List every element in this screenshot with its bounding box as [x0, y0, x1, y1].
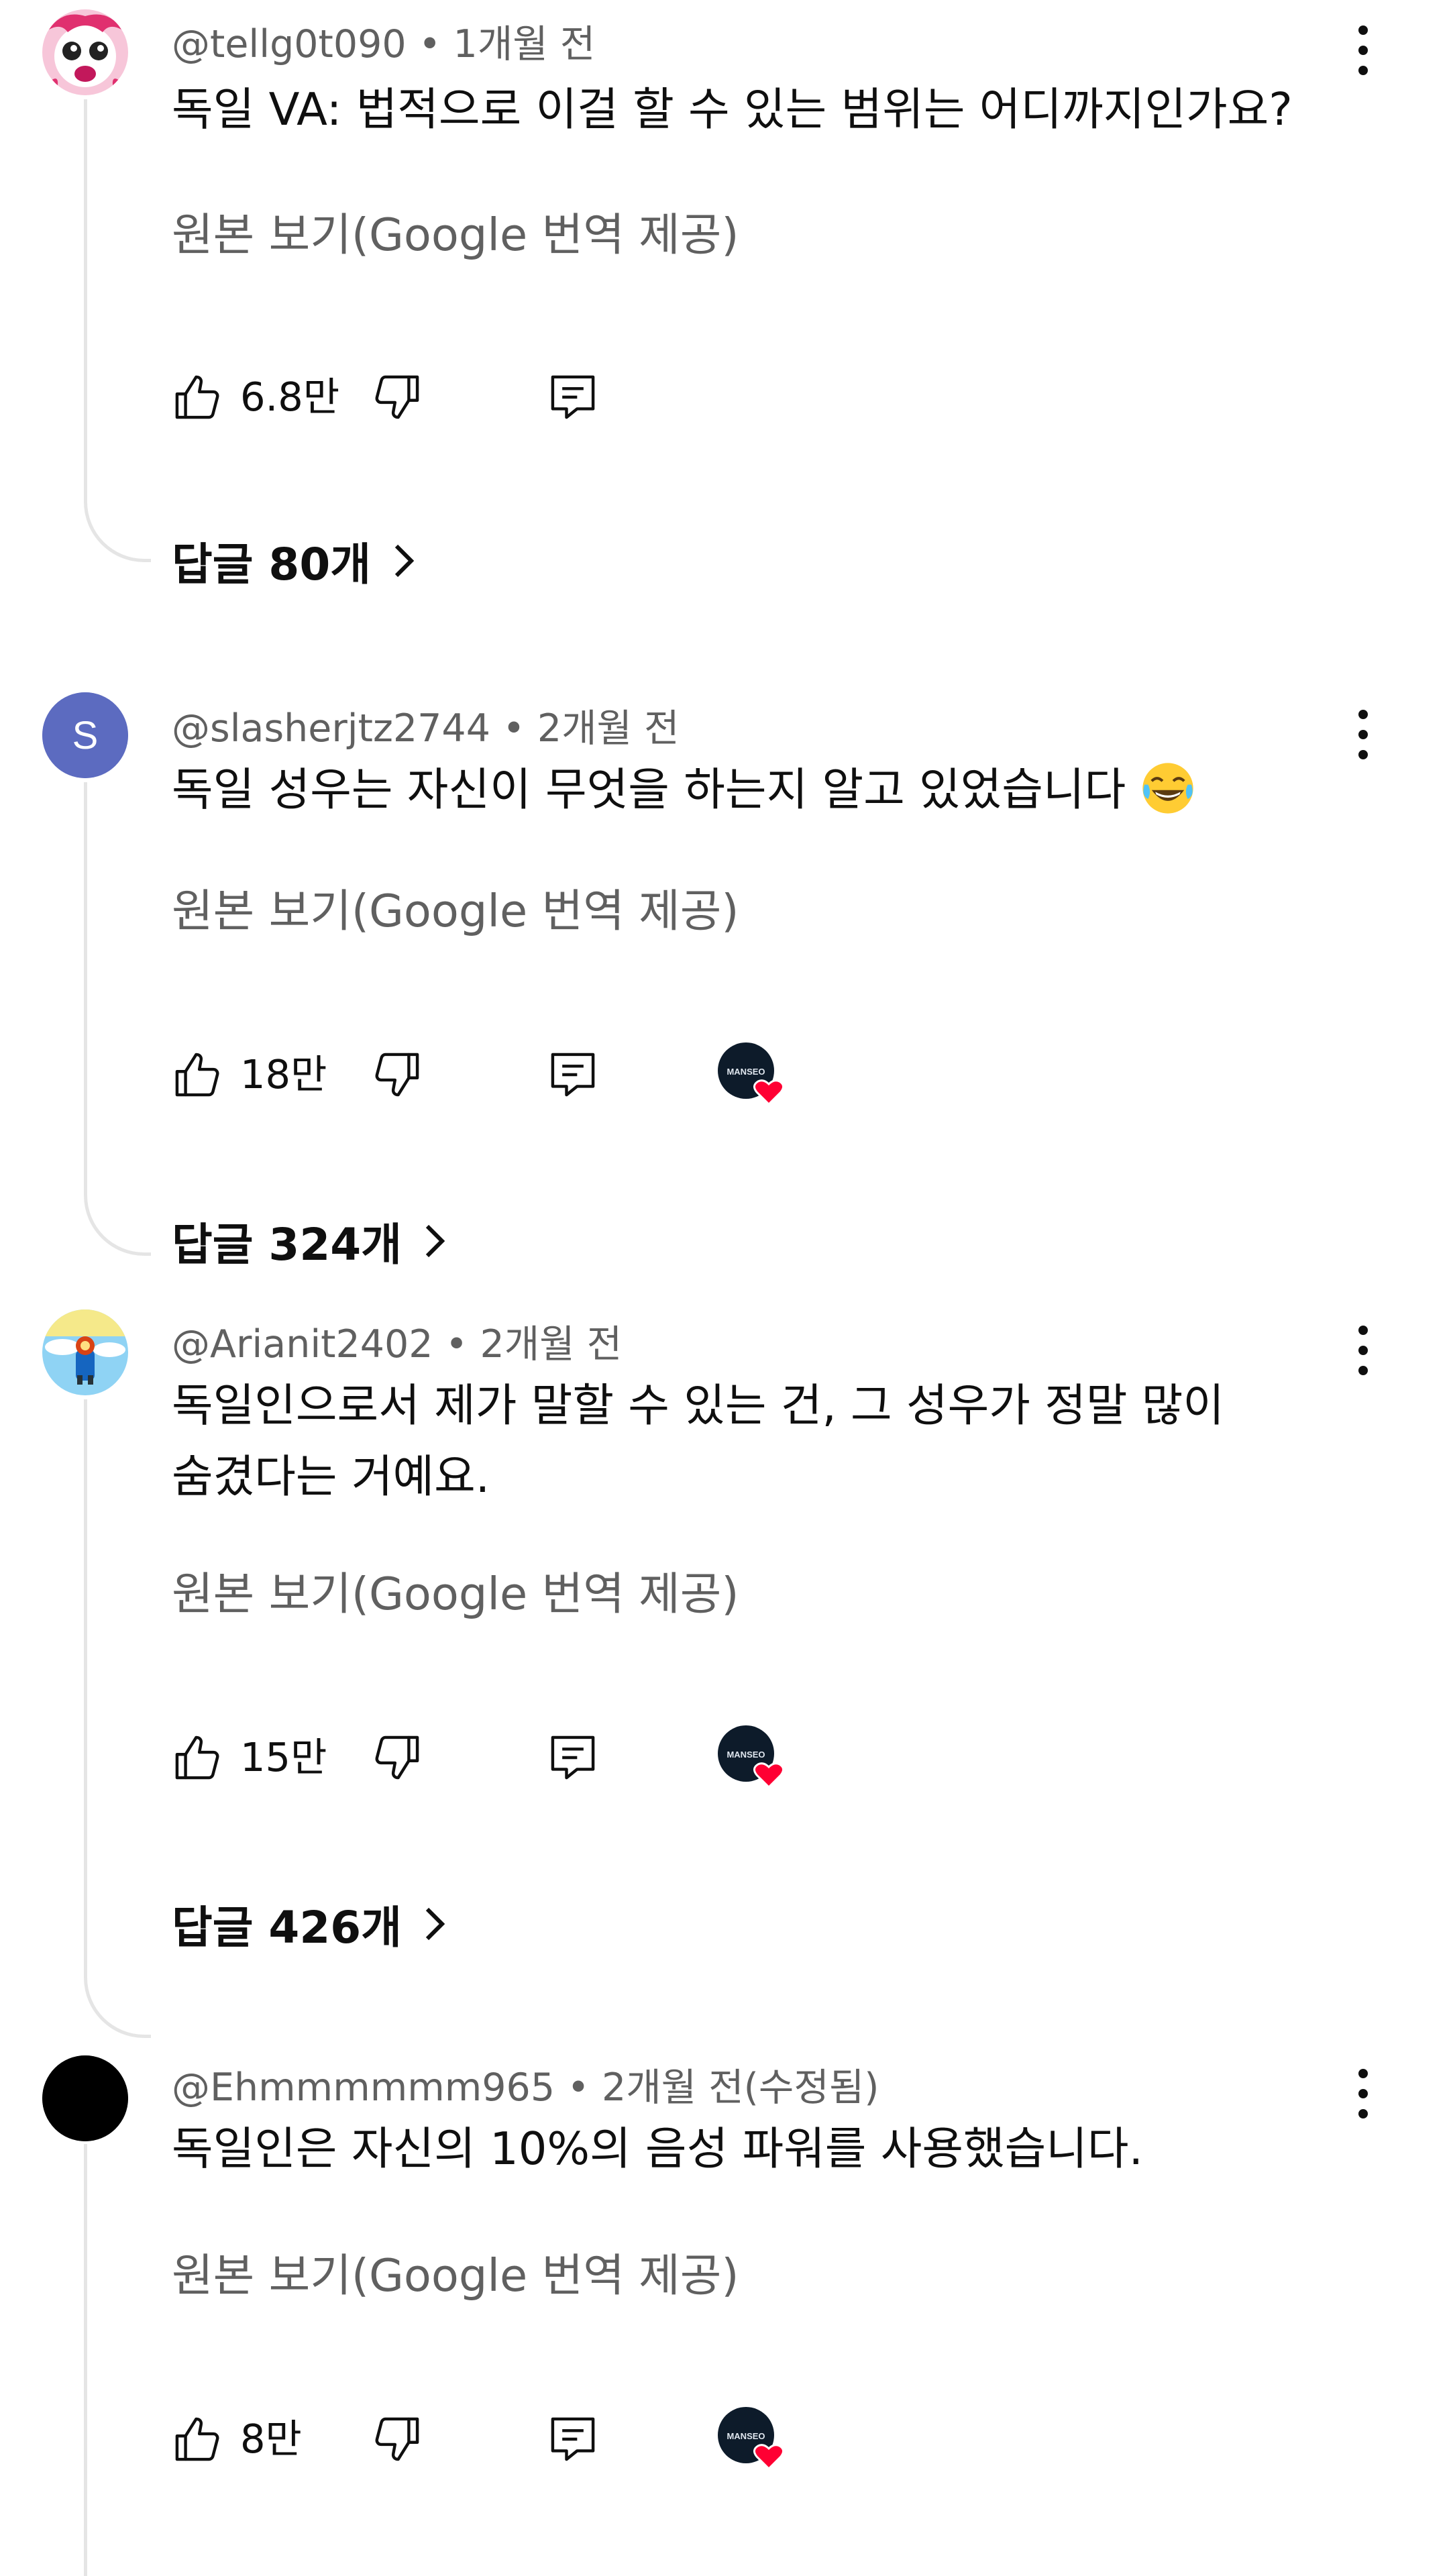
thumbs-down-icon — [375, 375, 419, 419]
thumbs-down-icon — [375, 2417, 419, 2461]
avatar[interactable]: S — [42, 692, 128, 778]
like-count: 8만 — [240, 2416, 302, 2462]
comment-author[interactable]: @Ehmmmmmm965 — [172, 2065, 555, 2110]
pink-cartoon-avatar-icon — [42, 9, 128, 95]
avatar-letter: S — [72, 714, 99, 757]
comment-time: • 2개월 전 — [445, 1322, 623, 1366]
dislike-button[interactable] — [372, 372, 423, 423]
view-replies-button[interactable]: 답글 80개 — [172, 527, 418, 594]
like-button[interactable] — [172, 1732, 223, 1783]
creator-heart-badge: MANSEO — [715, 1040, 789, 1110]
reply-button[interactable] — [547, 2414, 598, 2465]
dislike-button[interactable] — [372, 2414, 423, 2465]
thumbs-up-icon — [175, 1735, 219, 1780]
creator-heart-icon: MANSEO — [718, 2407, 784, 2471]
thumbs-up-icon — [175, 375, 219, 419]
comment-reply-icon — [551, 1053, 595, 1097]
reply-thread-line — [84, 782, 151, 1256]
comment-text: 독일인은 자신의 10%의 음성 파워를 사용했습니다. — [172, 2123, 1143, 2175]
reply-thread-line — [84, 99, 151, 562]
black-circle-avatar-icon — [42, 2055, 128, 2141]
replies-count-label: 답글 426개 — [172, 1902, 402, 1953]
comment-text: 독일 VA: 법적으로 이걸 할 수 있는 범위는 어디까지인가요? — [172, 83, 1293, 136]
comment-reply-icon — [551, 2417, 595, 2461]
vertical-dots-icon — [1358, 2069, 1368, 2118]
letter-avatar-icon: S — [42, 692, 128, 778]
show-original-link[interactable]: 원본 보기(Google 번역 제공) — [172, 1558, 739, 1623]
comment-text-line: 독일인으로서 제가 말할 수 있는 건, 그 성우가 정말 많이 — [172, 1379, 1225, 1432]
dislike-button[interactable] — [372, 1049, 423, 1100]
comment-text-line: 숨겼다는 거예요. — [172, 1450, 490, 1503]
comment-text: 독일 성우는 자신이 무엇을 하는지 알고 있었습니다 — [172, 754, 1352, 825]
comment-time: • 2개월 전 — [502, 706, 680, 751]
vertical-dots-icon — [1358, 25, 1368, 75]
svg-text:MANSEO: MANSEO — [727, 1750, 765, 1760]
dislike-button[interactable] — [372, 1732, 423, 1783]
show-original-link[interactable]: 원본 보기(Google 번역 제공) — [172, 199, 739, 264]
svg-text:MANSEO: MANSEO — [727, 2431, 765, 2441]
replies-count-label: 답글 324개 — [172, 1219, 402, 1271]
comment-author[interactable]: @tellg0t090 — [172, 22, 407, 66]
comment-actions: 6.8만 — [172, 362, 1312, 429]
comment-meta: @Arianit2402 • 2개월 전 — [172, 1313, 622, 1368]
comment-meta: @Ehmmmmmm965 • 2개월 전(수정됨) — [172, 2057, 879, 2112]
comment-author[interactable]: @slasherjtz2744 — [172, 706, 490, 751]
comment-meta: @slasherjtz2744 • 2개월 전 — [172, 698, 680, 753]
thumbs-up-icon — [175, 1053, 219, 1097]
avatar[interactable] — [42, 1309, 128, 1395]
comment-text-content: 독일 성우는 자신이 무엇을 하는지 알고 있었습니다 — [172, 763, 1126, 816]
reply-button[interactable] — [547, 372, 598, 423]
comment-reply-icon — [551, 1735, 595, 1780]
chevron-right-icon — [394, 544, 415, 578]
comment-actions: 18만 MANSEO — [172, 1040, 1312, 1107]
like-button[interactable] — [172, 372, 223, 423]
like-count: 15만 — [240, 1734, 327, 1780]
chevron-right-icon — [425, 1224, 445, 1258]
svg-text:MANSEO: MANSEO — [727, 1067, 765, 1077]
comment-actions: 8만 MANSEO — [172, 2404, 1312, 2471]
reply-thread-line — [84, 1399, 151, 2038]
vertical-dots-icon — [1358, 1326, 1368, 1375]
reply-button[interactable] — [547, 1732, 598, 1783]
reply-thread-line — [84, 2144, 151, 2576]
show-original-link[interactable]: 원본 보기(Google 번역 제공) — [172, 875, 739, 940]
show-original-link[interactable]: 원본 보기(Google 번역 제공) — [172, 2239, 739, 2304]
thumbs-down-icon — [375, 1735, 419, 1780]
creator-heart-icon: MANSEO — [718, 1042, 784, 1106]
chevron-right-icon — [425, 1907, 445, 1941]
comment-author[interactable]: @Arianit2402 — [172, 1322, 433, 1366]
comment-meta: @tellg0t090 • 1개월 전 — [172, 13, 595, 68]
replies-count-label: 답글 80개 — [172, 539, 371, 590]
comment-actions: 15만 MANSEO — [172, 1723, 1312, 1790]
avatar[interactable] — [42, 2055, 128, 2141]
comment-text: 독일인으로서 제가 말할 수 있는 건, 그 성우가 정말 많이 숨겼다는 거예… — [172, 1370, 1352, 1512]
vertical-dots-icon — [1358, 710, 1368, 759]
thumbs-down-icon — [375, 1053, 419, 1097]
comment-time: • 1개월 전 — [418, 22, 596, 66]
view-replies-button[interactable]: 답글 324개 — [172, 1208, 449, 1275]
avatar[interactable] — [42, 9, 128, 95]
like-count: 18만 — [240, 1051, 327, 1097]
creator-heart-badge: MANSEO — [715, 2404, 789, 2474]
like-button[interactable] — [172, 1049, 223, 1100]
view-replies-button[interactable]: 답글 426개 — [172, 1890, 449, 1957]
creator-heart-icon: MANSEO — [718, 1725, 784, 1789]
creator-heart-badge: MANSEO — [715, 1723, 789, 1792]
comment-time: • 2개월 전(수정됨) — [567, 2065, 879, 2110]
comment-reply-icon — [551, 375, 595, 419]
like-count: 6.8만 — [240, 374, 340, 420]
like-button[interactable] — [172, 2414, 223, 2465]
sky-character-avatar-icon — [42, 1309, 128, 1395]
thumbs-up-icon — [175, 2417, 219, 2461]
laughing-tears-emoji-icon — [1142, 763, 1193, 814]
reply-button[interactable] — [547, 1049, 598, 1100]
